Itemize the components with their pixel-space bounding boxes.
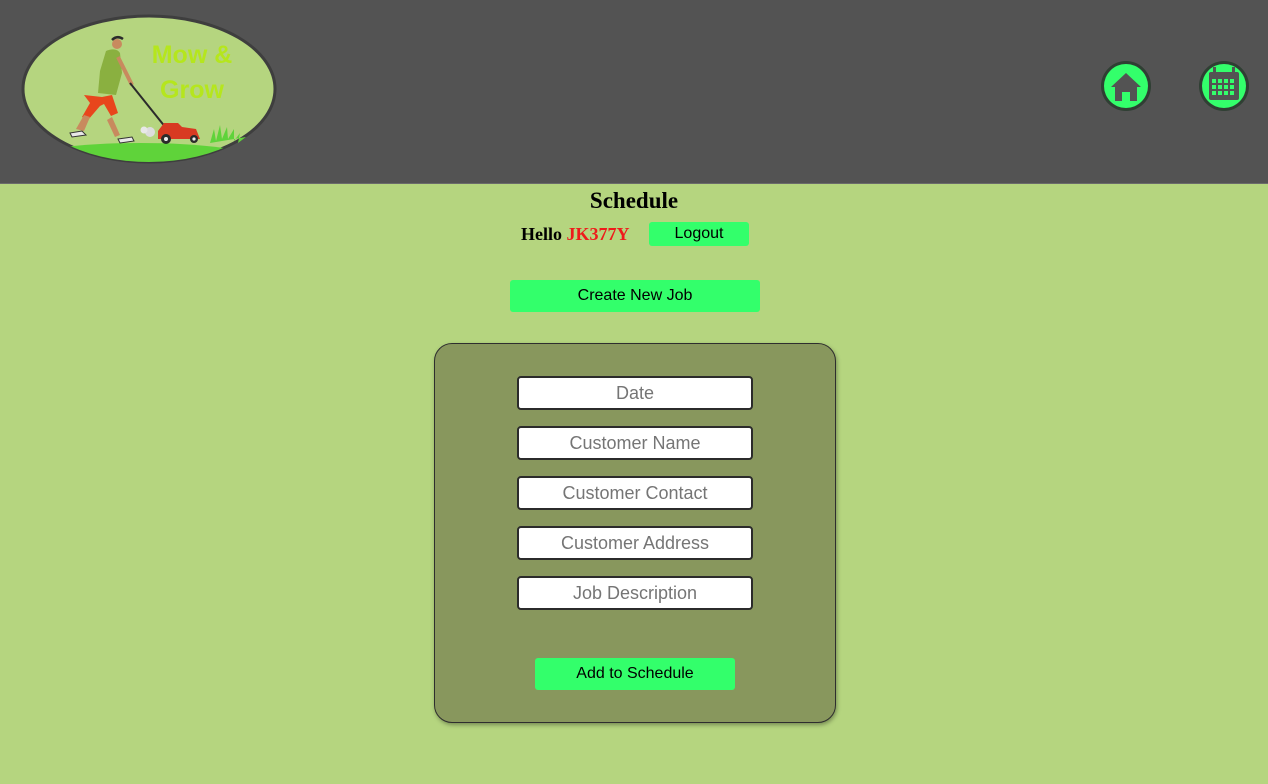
calendar-nav-button[interactable] bbox=[1198, 60, 1250, 112]
customer-address-field[interactable] bbox=[517, 526, 753, 560]
page-title: Schedule bbox=[589, 188, 679, 213]
logo-text-line2: Grow bbox=[160, 76, 224, 104]
home-icon bbox=[1101, 61, 1151, 111]
calendar-icon bbox=[1199, 61, 1249, 111]
greeting: Hello JK377Y bbox=[521, 224, 630, 245]
logo-text-line1: Mow & bbox=[152, 41, 233, 69]
username: JK377Y bbox=[566, 224, 630, 244]
header-bar: Mow & Grow bbox=[0, 0, 1268, 184]
create-new-job-button[interactable]: Create New Job bbox=[510, 280, 760, 312]
customer-name-field[interactable] bbox=[517, 426, 753, 460]
logout-button[interactable]: Logout bbox=[649, 222, 749, 246]
mow-and-grow-logo[interactable]: Mow & Grow bbox=[20, 13, 278, 165]
customer-contact-field[interactable] bbox=[517, 476, 753, 510]
job-description-field[interactable] bbox=[517, 576, 753, 610]
add-to-schedule-button[interactable]: Add to Schedule bbox=[535, 658, 735, 690]
home-nav-button[interactable] bbox=[1100, 60, 1152, 112]
date-field[interactable] bbox=[517, 376, 753, 410]
greeting-label: Hello bbox=[521, 224, 562, 244]
